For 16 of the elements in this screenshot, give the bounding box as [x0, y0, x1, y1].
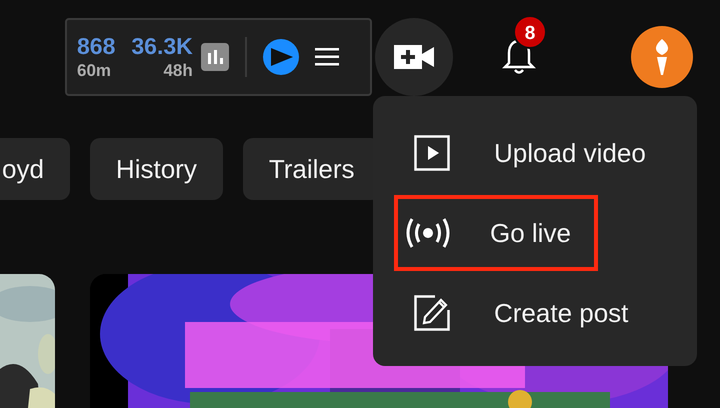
filter-chip[interactable]: oyd: [0, 138, 70, 200]
menu-item[interactable]: Create post: [373, 273, 697, 353]
broadcast-icon: [405, 217, 451, 249]
menu-icon[interactable]: [314, 47, 339, 67]
time-period: 48h: [162, 62, 193, 79]
bar-chart-icon[interactable]: [200, 43, 229, 71]
view-count: 868: [77, 35, 116, 58]
edit-icon: [413, 294, 451, 332]
view-count: 36.3K: [131, 35, 193, 58]
notification-count: 8: [513, 15, 547, 49]
filter-chip[interactable]: History: [90, 138, 223, 200]
play-logo-icon[interactable]: [262, 39, 299, 75]
time-period: 60m: [77, 62, 112, 79]
menu-item[interactable]: Go live: [392, 193, 600, 273]
video-camera-plus-icon: [394, 45, 434, 69]
play-square-icon: [414, 135, 450, 171]
